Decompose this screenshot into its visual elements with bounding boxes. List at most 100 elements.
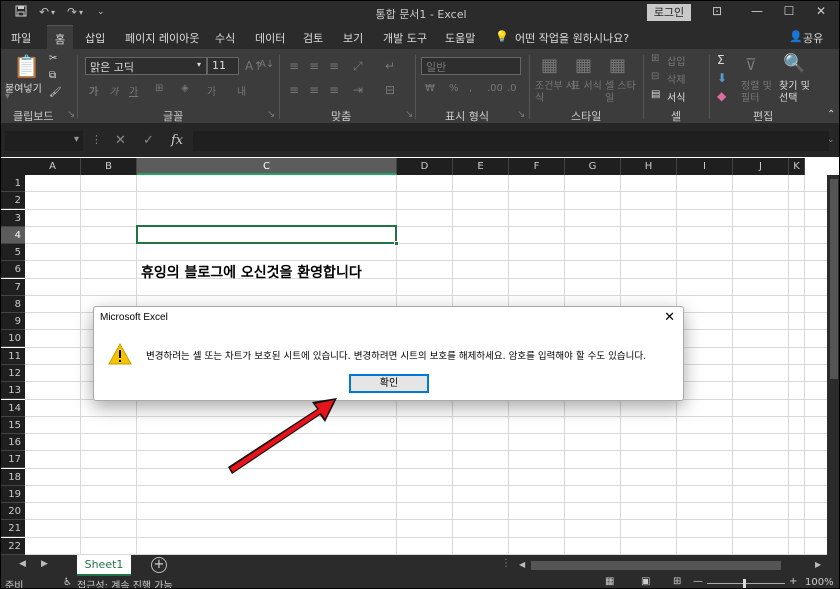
accessibility-status[interactable]: 접근성: 계속 진행 가능 xyxy=(77,577,173,588)
number-format-combo[interactable]: 일반 xyxy=(421,57,521,75)
autosum-icon[interactable]: Σ xyxy=(717,53,725,67)
font-color-icon[interactable]: 가 xyxy=(207,83,216,98)
accessibility-icon[interactable]: ♿ xyxy=(63,577,72,588)
tab-help[interactable]: 도움말 xyxy=(445,30,475,46)
collapse-ribbon-icon[interactable]: ⌃ xyxy=(827,109,835,120)
tab-data[interactable]: 데이터 xyxy=(255,30,285,46)
tab-split-handle[interactable]: ⋮ xyxy=(501,558,511,569)
decrease-decimal-icon[interactable]: .0 xyxy=(507,83,517,94)
row-header-16[interactable]: 16 xyxy=(1,434,25,452)
font-size-combo[interactable]: 11 xyxy=(207,57,239,75)
formula-input[interactable] xyxy=(193,131,829,151)
select-all-corner[interactable] xyxy=(1,158,25,175)
align-top-icon[interactable]: ≡ xyxy=(289,59,299,73)
scroll-right-icon[interactable]: ▶ xyxy=(815,560,821,569)
cancel-entry-button[interactable]: ✕ xyxy=(115,133,126,148)
minimize-icon[interactable]: — xyxy=(747,4,767,18)
scroll-tabs-right-icon[interactable]: ▶ xyxy=(41,559,48,569)
column-header-d[interactable]: D xyxy=(397,158,453,175)
zoom-in-icon[interactable]: + xyxy=(789,576,797,587)
row-header-4[interactable]: 4 xyxy=(1,226,25,244)
row-header-22[interactable]: 22 xyxy=(1,537,25,555)
comma-icon[interactable]: , xyxy=(469,83,472,94)
fill-color-icon[interactable]: ◈ xyxy=(181,83,189,94)
page-break-view-icon[interactable]: ⊞ xyxy=(673,576,681,587)
phonetic-icon[interactable]: 내 xyxy=(237,83,246,98)
column-header-c[interactable]: C xyxy=(137,158,397,175)
row-header-7[interactable]: 7 xyxy=(1,278,25,296)
tab-file[interactable]: 파일 xyxy=(11,30,31,46)
normal-view-icon[interactable]: ▦ xyxy=(605,576,614,587)
indent-icon[interactable]: ⇥ xyxy=(353,83,363,97)
active-cell-c4[interactable] xyxy=(136,225,397,244)
number-launcher-icon[interactable]: ↘ xyxy=(517,109,525,120)
zoom-slider-thumb[interactable] xyxy=(743,579,746,588)
dialog-ok-button[interactable]: 확인 xyxy=(349,374,429,393)
column-header-h[interactable]: H xyxy=(621,158,677,175)
row-header-18[interactable]: 18 xyxy=(1,468,25,486)
shrink-font-icon[interactable]: A↓ xyxy=(259,59,274,70)
row-header-6[interactable]: 6 xyxy=(1,261,25,279)
tell-me-search[interactable]: 어떤 작업을 원하시나요? xyxy=(515,30,629,46)
scroll-tabs-left-icon[interactable]: ◀ xyxy=(19,559,26,569)
format-cells-icon[interactable]: ▤ xyxy=(651,89,660,100)
zoom-out-icon[interactable]: — xyxy=(693,576,703,587)
format-table-button[interactable]: 표 서식 xyxy=(571,81,605,93)
accounting-format-icon[interactable]: ₩ xyxy=(425,83,435,94)
paste-icon[interactable]: 📋 xyxy=(13,55,40,80)
login-button[interactable]: 로그인 xyxy=(647,4,691,21)
fill-icon[interactable]: ⬇ xyxy=(717,71,727,85)
fill-handle[interactable] xyxy=(394,241,399,246)
vertical-scrollbar[interactable] xyxy=(827,175,839,555)
column-header-a[interactable]: A xyxy=(25,158,81,175)
clear-icon[interactable]: ◆ xyxy=(717,89,726,103)
row-header-8[interactable]: 8 xyxy=(1,295,25,313)
delete-cells-button[interactable]: 삭제 xyxy=(667,71,685,86)
font-name-combo[interactable]: 맑은 고딕 xyxy=(85,57,207,75)
align-left-icon[interactable]: ≡ xyxy=(289,83,299,97)
column-header-j[interactable]: J xyxy=(733,158,789,175)
name-box[interactable]: ▾ xyxy=(5,131,83,151)
sheet-tab-sheet1[interactable]: Sheet1 xyxy=(77,555,131,576)
cut-icon[interactable]: ✂ xyxy=(49,53,57,64)
expand-formula-icon[interactable]: ⌄ xyxy=(827,135,835,145)
clipboard-launcher-icon[interactable]: ↘ xyxy=(67,109,75,120)
row-header-5[interactable]: 5 xyxy=(1,244,25,262)
vertical-scroll-thumb[interactable] xyxy=(830,179,838,379)
row-header-20[interactable]: 20 xyxy=(1,503,25,521)
tab-view[interactable]: 보기 xyxy=(343,30,363,46)
format-table-icon[interactable]: ▦ xyxy=(575,55,592,76)
cell-styles-icon[interactable]: ▦ xyxy=(609,55,626,76)
align-center-icon[interactable]: ≡ xyxy=(309,83,319,97)
row-header-10[interactable]: 10 xyxy=(1,330,25,348)
share-button[interactable]: 공유 xyxy=(803,30,823,46)
format-cells-button[interactable]: 서식 xyxy=(667,89,685,104)
column-header-b[interactable]: B xyxy=(81,158,137,175)
row-header-12[interactable]: 12 xyxy=(1,364,25,382)
italic-icon[interactable]: 가 xyxy=(109,83,118,98)
close-window-icon[interactable]: ✕ xyxy=(811,4,831,18)
formula-bar-options-icon[interactable]: ⋮ xyxy=(91,133,102,146)
new-sheet-button[interactable]: + xyxy=(151,557,167,573)
alignment-launcher-icon[interactable]: ↘ xyxy=(405,109,413,120)
font-name-dropdown-icon[interactable]: ▾ xyxy=(197,60,201,69)
tab-page-layout[interactable]: 페이지 레이아웃 xyxy=(125,30,199,46)
row-header-11[interactable]: 11 xyxy=(1,347,25,365)
insert-cells-icon[interactable]: ⊞ xyxy=(651,53,659,64)
maximize-icon[interactable]: ☐ xyxy=(779,4,799,18)
tab-developer[interactable]: 개발 도구 xyxy=(383,30,427,46)
conditional-format-icon[interactable]: ▦ xyxy=(541,55,558,76)
row-header-2[interactable]: 2 xyxy=(1,192,25,210)
row-header-21[interactable]: 21 xyxy=(1,520,25,538)
column-header-i[interactable]: I xyxy=(677,158,733,175)
ribbon-display-icon[interactable]: ⊡ xyxy=(707,4,727,18)
dialog-close-button[interactable]: ✕ xyxy=(664,310,675,325)
paste-button[interactable]: 붙여넣기 xyxy=(5,80,42,95)
share-icon[interactable]: 👤 xyxy=(789,30,803,43)
tab-review[interactable]: 검토 xyxy=(303,30,323,46)
orientation-icon[interactable]: ⤢ xyxy=(353,59,363,74)
wrap-text-icon[interactable]: ↵ xyxy=(385,59,395,73)
sort-filter-icon[interactable]: ⊽ xyxy=(745,55,757,74)
merge-center-icon[interactable]: ⊟ xyxy=(385,83,395,97)
scroll-left-icon[interactable]: ◀ xyxy=(519,560,525,569)
